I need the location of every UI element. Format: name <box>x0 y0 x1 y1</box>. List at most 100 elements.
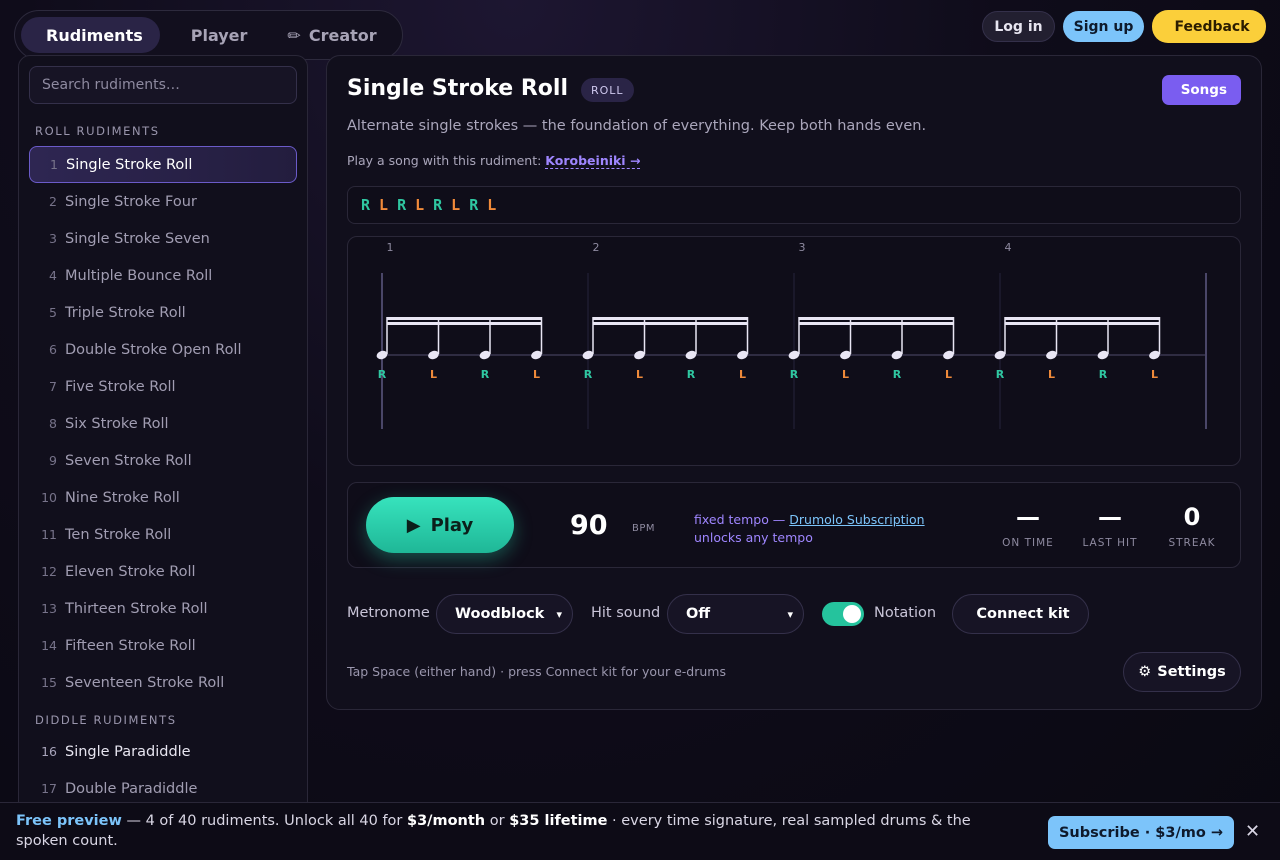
sidebar-item-rudiment[interactable]: 8 Six Stroke Roll <box>29 405 297 442</box>
songs-button[interactable]: Songs <box>1161 75 1241 105</box>
hint-pre: Tap Space (either hand) · press <box>347 664 542 679</box>
price-month: $3/month <box>407 813 486 829</box>
close-icon[interactable]: ✕ <box>1245 821 1260 843</box>
controls-row: Metronome Woodblock ▾ Hit sound Off ▾ No… <box>347 594 1241 634</box>
rudiment-name: Multiple Bounce Roll <box>65 267 213 284</box>
settings-button[interactable]: ⚙ Settings <box>1123 652 1241 692</box>
chevron-down-icon: ▾ <box>556 607 562 621</box>
hand-label: L <box>533 368 540 381</box>
beat-label: 3 <box>799 241 806 254</box>
rudiment-number: 15 <box>41 675 57 690</box>
rudiment-name: Seven Stroke Roll <box>65 452 192 469</box>
tempo-note-text: fixed tempo — <box>694 512 786 527</box>
sidebar-item-rudiment[interactable]: 4 Multiple Bounce Roll <box>29 257 297 294</box>
tab-creator[interactable]: ✏ Creator <box>270 17 393 53</box>
transport-bar: ▶ Play 90 BPM fixed tempo — Drumolo Subs… <box>347 482 1241 568</box>
beam-top <box>1005 317 1160 320</box>
subscribe-button[interactable]: Subscribe · $3/mo → <box>1048 816 1234 849</box>
sidebar-item-rudiment[interactable]: 15 Seventeen Stroke Roll <box>29 664 297 701</box>
beam-top <box>593 317 748 320</box>
rudiment-number: 3 <box>49 231 57 246</box>
rudiment-list-roll: 1 Single Stroke Roll 2 Single Stroke Four 3 S… <box>29 146 297 701</box>
search-input[interactable] <box>29 66 297 104</box>
connect-kit-label: Connect kit <box>976 606 1070 622</box>
notation-label: Notation <box>874 605 937 621</box>
sidebar-item-rudiment[interactable]: 5 Triple Stroke Roll <box>29 294 297 331</box>
sticking-left: L <box>451 196 461 214</box>
sidebar-item-rudiment[interactable]: 10 Nine Stroke Roll <box>29 479 297 516</box>
hand-label: L <box>636 368 643 381</box>
rudiment-name: Eleven Stroke Roll <box>65 563 196 580</box>
hit-sound-select[interactable]: Off ▾ <box>667 594 804 634</box>
sidebar-item-rudiment[interactable]: 7 Five Stroke Roll <box>29 368 297 405</box>
sidebar-item-rudiment[interactable]: 1 Single Stroke Roll <box>29 146 297 183</box>
category-badge: ROLL <box>581 78 634 102</box>
beam-top <box>387 317 542 320</box>
sidebar-item-rudiment[interactable]: 9 Seven Stroke Roll <box>29 442 297 479</box>
rudiment-name: Thirteen Stroke Roll <box>65 600 208 617</box>
sidebar-item-rudiment[interactable]: 3 Single Stroke Seven <box>29 220 297 257</box>
metronome-select[interactable]: Woodblock ▾ <box>436 594 573 634</box>
chevron-down-icon: ▾ <box>787 607 793 621</box>
sidebar-item-rudiment[interactable]: 16 Single Paradiddle <box>29 733 297 770</box>
rudiment-name: Double Stroke Open Roll <box>65 341 242 358</box>
beat-label: 2 <box>593 241 600 254</box>
notation-toggle[interactable] <box>822 602 864 626</box>
tab-player-label: Player <box>190 25 248 45</box>
hand-label: R <box>893 368 902 381</box>
stat-streak: 0 STREAK <box>1152 503 1232 549</box>
beat-label: 1 <box>387 241 394 254</box>
hand-label: L <box>739 368 746 381</box>
hit-sound-label: Hit sound <box>591 605 661 621</box>
sticking-left: L <box>487 196 497 214</box>
rudiment-number: 13 <box>41 601 57 616</box>
hand-label: L <box>1151 368 1158 381</box>
tempo-unit: BPM <box>632 523 656 534</box>
beam-bottom <box>387 322 542 325</box>
login-button[interactable]: Log in <box>982 11 1055 42</box>
sticking-left: L <box>415 196 425 214</box>
tab-player[interactable]: Player <box>166 17 265 53</box>
hand-label: L <box>945 368 952 381</box>
sticking-right: R <box>433 196 443 214</box>
stat-label: STREAK <box>1168 537 1216 549</box>
gear-icon: ⚙ <box>1138 664 1152 680</box>
metronome-label: Metronome <box>347 605 430 621</box>
signup-button[interactable]: Sign up <box>1063 11 1144 42</box>
beam-top <box>799 317 954 320</box>
rudiment-number: 9 <box>49 453 57 468</box>
beat-label: 4 <box>1005 241 1012 254</box>
rudiment-panel: Single Stroke Roll ROLL Songs Alternate … <box>326 55 1262 710</box>
tempo-value: 90 <box>570 510 608 541</box>
sidebar-item-rudiment[interactable]: 12 Eleven Stroke Roll <box>29 553 297 590</box>
sticking-pattern: RLRLRLRL <box>347 186 1241 224</box>
free-preview-label: Free preview <box>16 813 122 829</box>
song-link[interactable]: Korobeiniki → <box>545 153 641 169</box>
sidebar-item-rudiment[interactable]: 2 Single Stroke Four <box>29 183 297 220</box>
hint-post: Connect kit for your e-drums <box>545 664 726 679</box>
tab-rudiments[interactable]: Rudiments <box>21 17 160 53</box>
play-button[interactable]: ▶ Play <box>366 497 514 553</box>
song-hint: Play a song with this rudiment: Korobein… <box>347 153 641 169</box>
hand-label: R <box>687 368 696 381</box>
rudiment-list-diddle: 16 Single Paradiddle 17 Double Paradiddle <box>29 733 297 807</box>
banner-text-1: — 4 of 40 rudiments. Unlock all 40 for <box>121 813 407 829</box>
sidebar-item-rudiment[interactable]: 14 Fifteen Stroke Roll <box>29 627 297 664</box>
sidebar-item-rudiment[interactable]: 6 Double Stroke Open Roll <box>29 331 297 368</box>
rudiment-name: Fifteen Stroke Roll <box>65 637 196 654</box>
sidebar-item-rudiment[interactable]: 11 Ten Stroke Roll <box>29 516 297 553</box>
hand-label: R <box>1099 368 1108 381</box>
rudiment-number: 11 <box>41 527 57 542</box>
stat-on-time: — ON TIME <box>988 503 1068 549</box>
feedback-button[interactable]: Feedback <box>1152 10 1266 43</box>
rudiment-name: Nine Stroke Roll <box>65 489 180 506</box>
tempo-lock-note: fixed tempo — Drumolo Subscription unloc… <box>694 511 944 547</box>
subscription-link[interactable]: Drumolo Subscription <box>789 512 924 527</box>
connect-kit-button[interactable]: Connect kit <box>952 594 1089 634</box>
rudiment-number: 17 <box>41 781 57 796</box>
song-hint-text: Play a song with this rudiment: <box>347 153 542 168</box>
beam-bottom <box>799 322 954 325</box>
sidebar-item-rudiment[interactable]: 13 Thirteen Stroke Roll <box>29 590 297 627</box>
settings-label: Settings <box>1157 664 1226 680</box>
beam-bottom <box>593 322 748 325</box>
